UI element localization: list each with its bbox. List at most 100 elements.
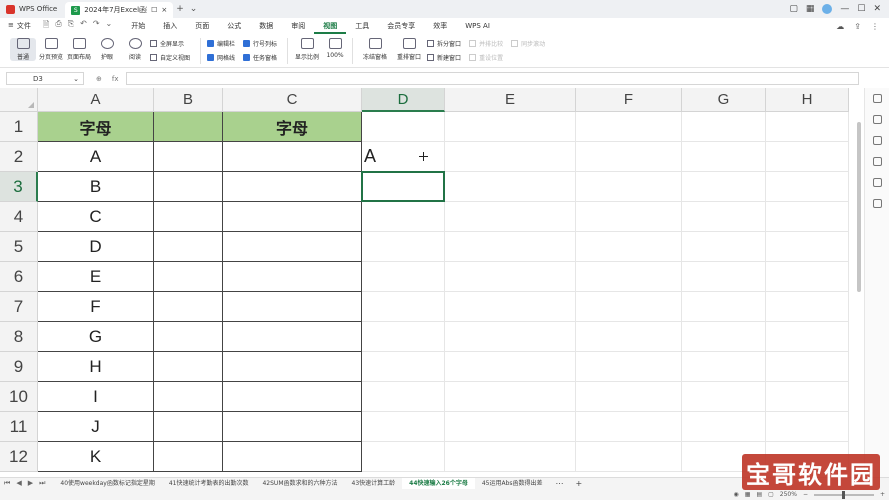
reading-icon[interactable]: ▢ [768, 491, 774, 498]
zoom-slider[interactable] [813, 490, 874, 499]
row-header-5[interactable]: 5 [0, 232, 38, 262]
cell-e4[interactable] [445, 202, 576, 232]
column-header-b[interactable]: B [154, 88, 223, 112]
wps-ai-button[interactable]: WPS AI [456, 18, 499, 34]
split-window-button[interactable]: 拆分窗口 [427, 39, 461, 48]
headings-checkbox[interactable]: 行号列标 [243, 39, 277, 48]
menu-view[interactable]: 视图 [314, 18, 347, 34]
reading-mode-button[interactable]: 阅读 [122, 38, 148, 61]
cell-d6[interactable] [362, 262, 445, 292]
cell-f12[interactable] [576, 442, 682, 472]
cell-f2[interactable] [576, 142, 682, 172]
cell-f9[interactable] [576, 352, 682, 382]
gridlines-checkbox[interactable]: 网格线 [207, 53, 235, 62]
cell-g9[interactable] [682, 352, 766, 382]
column-header-a[interactable]: A [38, 88, 154, 112]
column-header-h[interactable]: H [766, 88, 849, 112]
prev-sheet-icon[interactable]: ◀ [16, 479, 21, 488]
sheet-more-icon[interactable]: ⋯ [550, 479, 570, 488]
redo-icon[interactable]: ↷ [93, 19, 100, 33]
cell-b3[interactable] [154, 172, 223, 202]
cell-b2[interactable] [154, 142, 223, 172]
new-tab-button[interactable]: + [173, 4, 187, 14]
cell-c11[interactable] [223, 412, 362, 442]
zoom-in-button[interactable]: + [880, 491, 885, 498]
sidebar-tool-icon[interactable] [872, 115, 882, 124]
cell-e11[interactable] [445, 412, 576, 442]
row-header-11[interactable]: 11 [0, 412, 38, 442]
first-sheet-icon[interactable]: ⏮ [4, 479, 10, 488]
task-pane-checkbox[interactable]: 任务窗格 [243, 53, 277, 62]
cell-f7[interactable] [576, 292, 682, 322]
cell-a4[interactable]: C [38, 202, 154, 232]
cell-a3[interactable]: B [38, 172, 154, 202]
cell-g3[interactable] [682, 172, 766, 202]
cell-d5[interactable] [362, 232, 445, 262]
menu-page[interactable]: 页面 [186, 18, 218, 34]
cell-c7[interactable] [223, 292, 362, 322]
cell-b12[interactable] [154, 442, 223, 472]
cell-e5[interactable] [445, 232, 576, 262]
zoom-slider-handle[interactable] [841, 490, 845, 499]
cell-h8[interactable] [766, 322, 849, 352]
grid-view-icon[interactable]: ▦ [806, 4, 815, 14]
column-header-e[interactable]: E [445, 88, 576, 112]
eye-icon[interactable]: ◉ [734, 491, 739, 498]
column-header-c[interactable]: C [223, 88, 362, 112]
zoom-out-button[interactable]: − [803, 491, 808, 498]
more-icon[interactable]: ⋮ [871, 22, 879, 31]
freeze-panes-button[interactable]: 冻结窗格 [359, 38, 391, 61]
cell-c4[interactable] [223, 202, 362, 232]
cell-f4[interactable] [576, 202, 682, 232]
document-tab[interactable]: S 2024年7月Excel函数分享表格 ☐ × [65, 2, 174, 18]
zoom-level[interactable]: 250% [780, 491, 797, 498]
sidebar-tool-icon[interactable] [872, 136, 882, 145]
cell-a11[interactable]: J [38, 412, 154, 442]
column-header-f[interactable]: F [576, 88, 682, 112]
cell-e12[interactable] [445, 442, 576, 472]
cell-b11[interactable] [154, 412, 223, 442]
new-window-button[interactable]: 新建窗口 [427, 53, 461, 62]
cell-g1[interactable] [682, 112, 766, 142]
scrollbar-thumb[interactable] [857, 122, 861, 292]
cell-d2[interactable]: A [362, 142, 445, 172]
cell-d9[interactable] [362, 352, 445, 382]
cell-d1[interactable] [362, 112, 445, 142]
row-header-1[interactable]: 1 [0, 112, 38, 142]
column-header-d[interactable]: D [362, 88, 445, 112]
cell-c3[interactable] [223, 172, 362, 202]
menu-review[interactable]: 审阅 [282, 18, 314, 34]
cell-f8[interactable] [576, 322, 682, 352]
cell-h4[interactable] [766, 202, 849, 232]
menu-tools[interactable]: 工具 [346, 18, 378, 34]
arrange-windows-button[interactable]: 重排窗口 [393, 38, 425, 61]
tab-window-icon[interactable]: ☐ [151, 6, 157, 14]
cell-a6[interactable]: E [38, 262, 154, 292]
cloud-icon[interactable]: ☁ [836, 22, 844, 31]
cell-c2[interactable] [223, 142, 362, 172]
tab-close-icon[interactable]: × [161, 6, 167, 14]
row-header-6[interactable]: 6 [0, 262, 38, 292]
last-sheet-icon[interactable]: ⏭ [39, 479, 45, 488]
cell-e6[interactable] [445, 262, 576, 292]
sheet-tab-active[interactable]: 44快速输入26个字母 [402, 477, 475, 490]
cell-c5[interactable] [223, 232, 362, 262]
cell-a5[interactable]: D [38, 232, 154, 262]
zoom-100-button[interactable]: 100% [322, 38, 348, 59]
cell-e2[interactable] [445, 142, 576, 172]
window-mode-icon[interactable]: ▢ [789, 4, 798, 14]
cell-f1[interactable] [576, 112, 682, 142]
row-header-9[interactable]: 9 [0, 352, 38, 382]
cell-d8[interactable] [362, 322, 445, 352]
cell-h6[interactable] [766, 262, 849, 292]
row-header-7[interactable]: 7 [0, 292, 38, 322]
name-box[interactable]: D3 ⌄ [6, 72, 84, 85]
menu-member[interactable]: 会员专享 [378, 18, 424, 34]
row-header-12[interactable]: 12 [0, 442, 38, 472]
cell-e7[interactable] [445, 292, 576, 322]
cell-g10[interactable] [682, 382, 766, 412]
sidebar-tool-icon[interactable] [872, 94, 882, 103]
menu-formula[interactable]: 公式 [218, 18, 250, 34]
cell-a8[interactable]: G [38, 322, 154, 352]
normal-view-button[interactable]: 普通 [10, 38, 36, 61]
